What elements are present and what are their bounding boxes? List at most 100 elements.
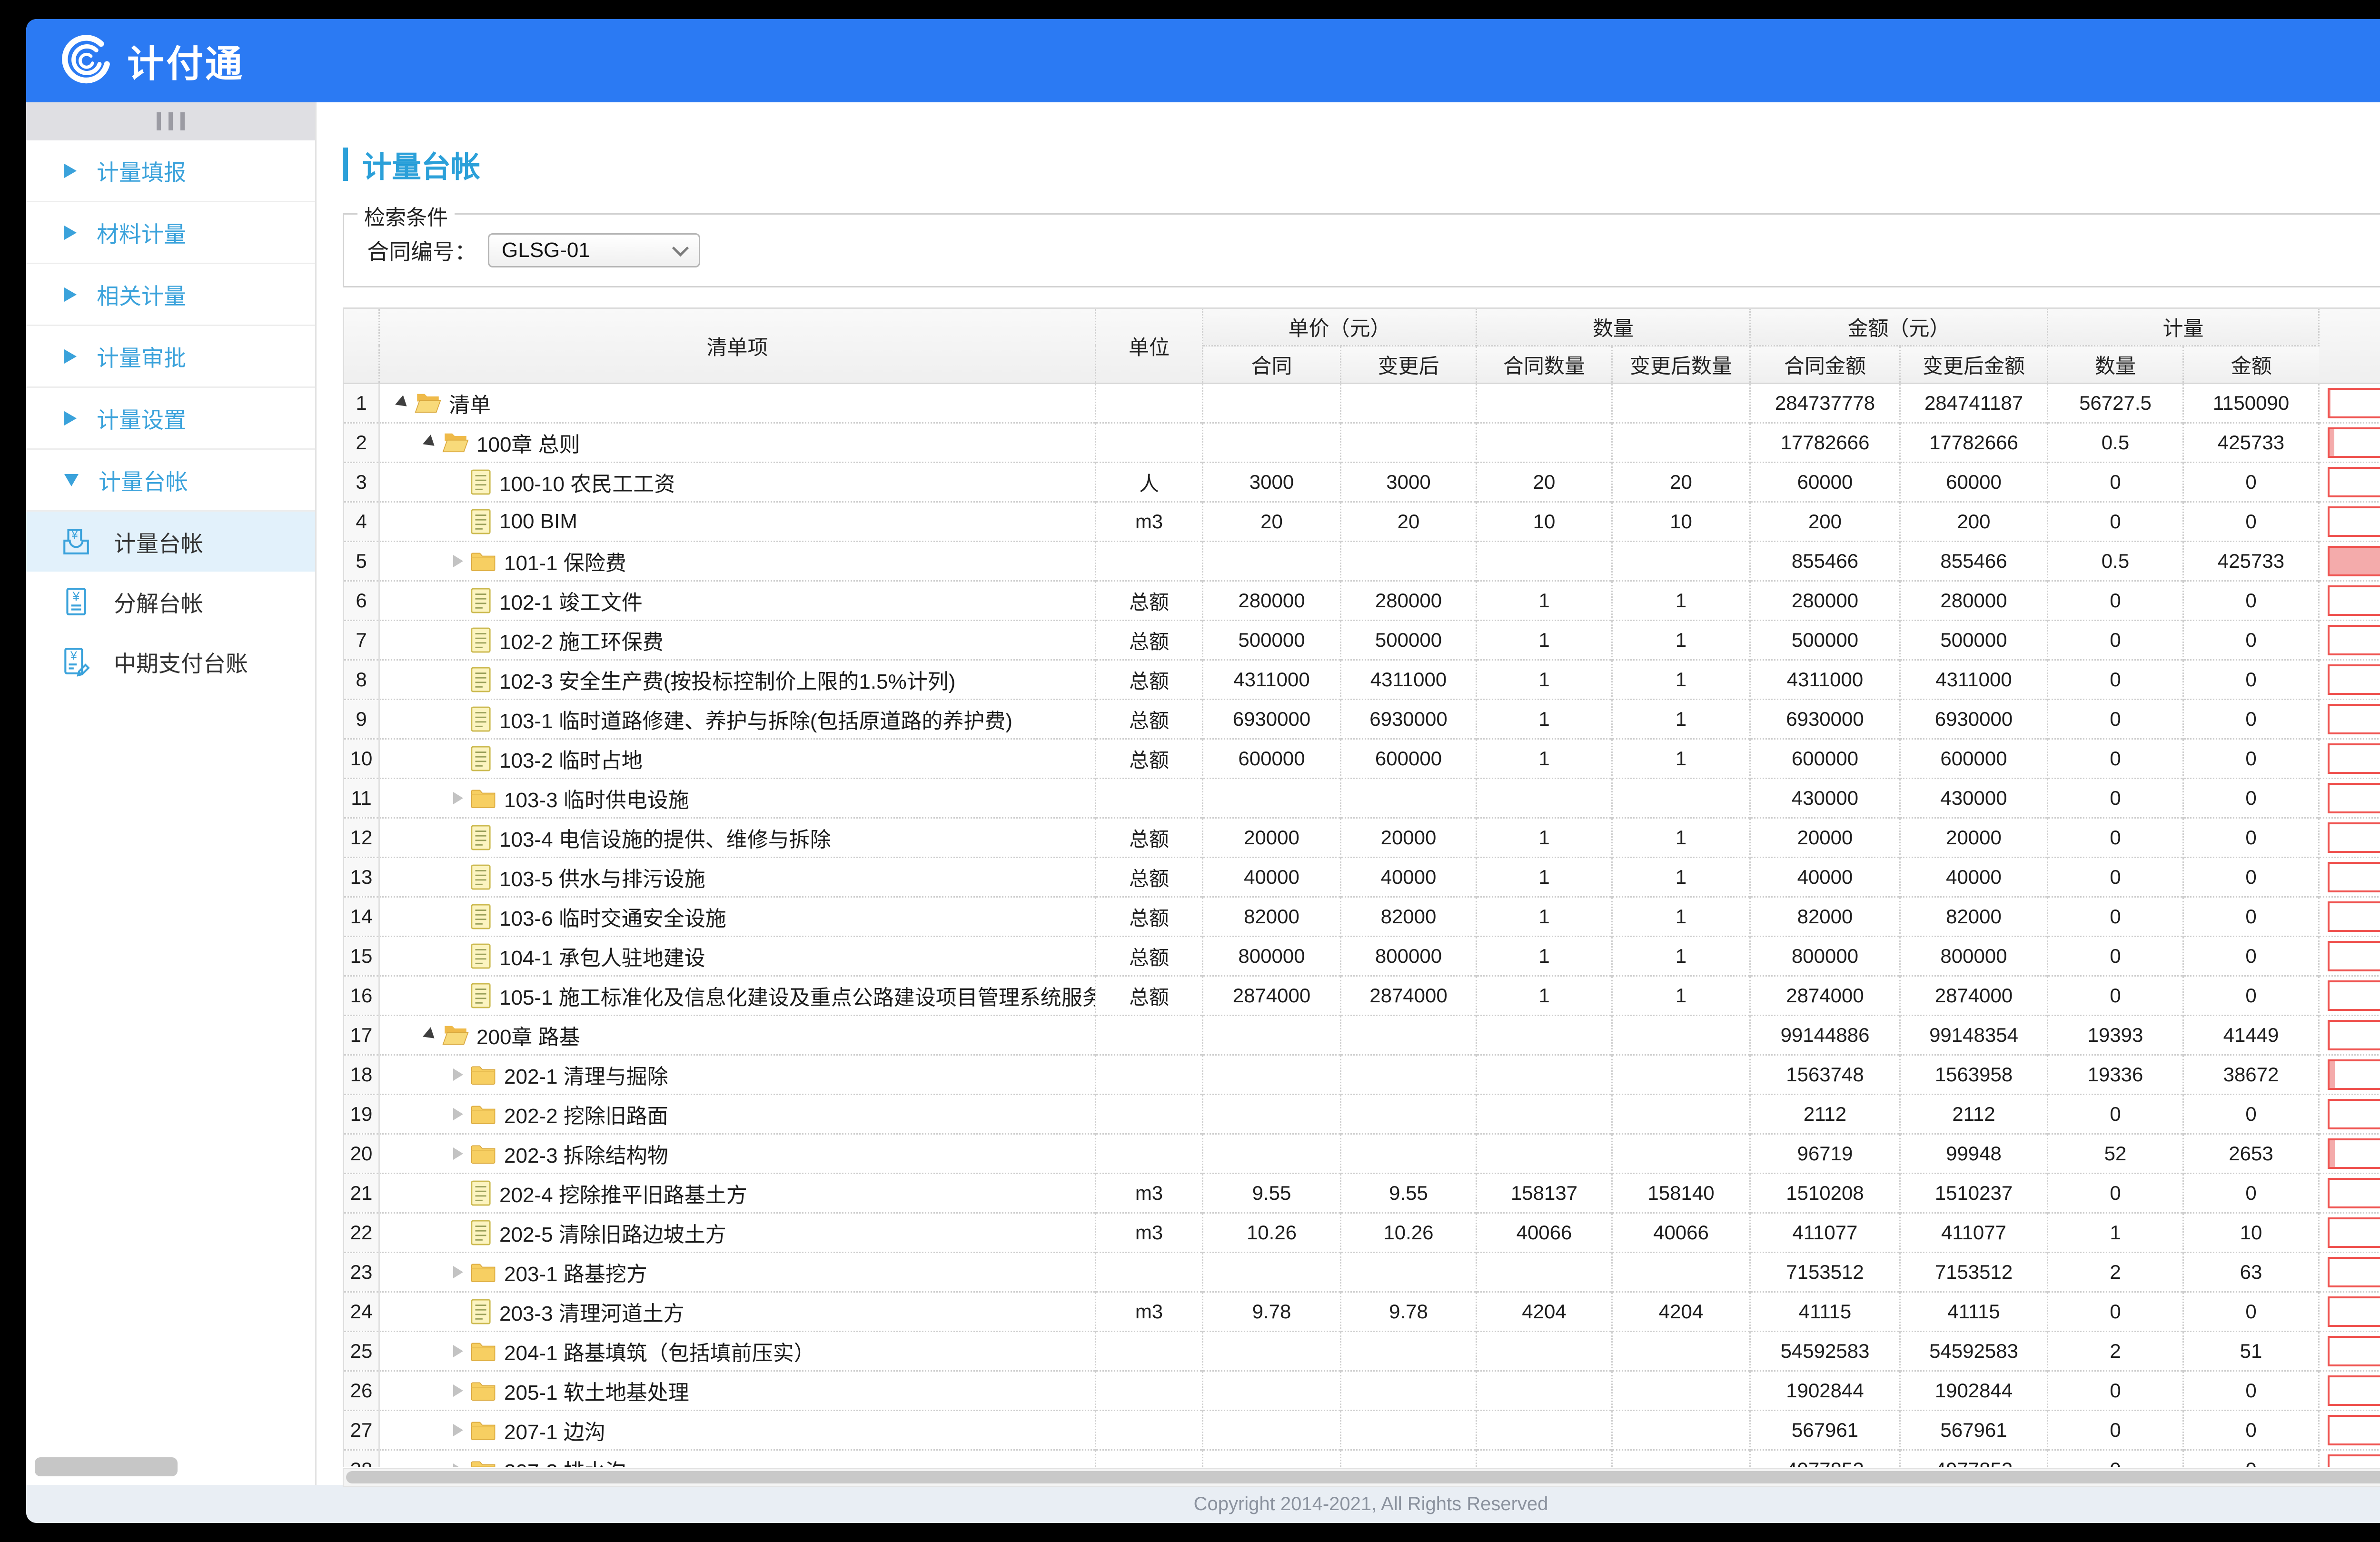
table-row[interactable]: 13 103-5 供水与排污设施 总额 40000 40000 1 1 4000… [344,858,2380,897]
qty-changed-cell: 1 [1612,700,1750,739]
tree-toggle-icon[interactable] [453,792,463,804]
amount-contract-cell: 567961 [1750,1411,1900,1450]
measure-qty-cell: 0 [2048,1174,2183,1213]
tree-toggle-icon[interactable] [453,1108,463,1120]
col-measure-group: 计量 [2048,308,2319,346]
qty-changed-cell: 1 [1612,818,1750,858]
unit-cell: 总额 [1096,621,1203,660]
table-row[interactable]: 8 102-3 安全生产费(按投标控制价上限的1.5%计列) 总额 431100… [344,660,2380,700]
table-row[interactable]: 27 207-1 边沟 567961 567961 0 0 [344,1411,2380,1450]
price-changed-cell [1341,1095,1477,1134]
amount-changed-cell: 500000 [1900,621,2048,660]
table-row[interactable]: 14 103-6 临时交通安全设施 总额 82000 82000 1 1 820… [344,897,2380,937]
tree-toggle-icon[interactable] [453,871,463,883]
amount-changed-cell: 41115 [1900,1292,2048,1332]
tree-toggle-icon[interactable] [453,555,463,567]
row-index: 22 [344,1213,379,1253]
tree-toggle-icon[interactable] [453,713,463,725]
tree-toggle-icon[interactable] [453,752,463,765]
tree-toggle-icon[interactable] [395,395,411,411]
amount-contract-cell: 800000 [1750,937,1900,976]
table-row[interactable]: 2 100章 总则 17782666 17782666 0.5 [344,423,2380,463]
table-row[interactable]: 3 100-10 农民工工资 人 3000 3000 20 20 60000 6… [344,463,2380,502]
tree-toggle-icon[interactable] [453,1226,463,1239]
tree-toggle-icon[interactable] [453,1345,463,1357]
table-row[interactable]: 19 202-2 挖除旧路面 2112 2112 0 0 [344,1095,2380,1134]
table-row[interactable]: 20 202-3 拆除结构物 96719 99948 52 [344,1134,2380,1174]
filter-fieldset: 检索条件 合同编号： GLSG-01 [343,213,2380,287]
sidebar-menu-item[interactable]: 计量审批 [26,326,315,388]
table-row[interactable]: 22 202-5 清除旧路边坡土方 m3 10.26 10.26 40066 4… [344,1213,2380,1253]
amount-contract-cell: 284737778 [1750,384,1900,423]
table-row[interactable]: 1 清单 284737778 284741187 56727.5 [344,384,2380,423]
table-row[interactable]: 11 103-3 临时供电设施 430000 430000 0 [344,779,2380,818]
tree-toggle-icon[interactable] [453,515,463,528]
table-row[interactable]: 6 102-1 竣工文件 总额 280000 280000 1 1 280000… [344,581,2380,621]
tree-toggle-icon[interactable] [453,1424,463,1436]
horizontal-scrollbar[interactable] [343,1468,2380,1487]
row-index: 19 [344,1095,379,1134]
tree-toggle-icon[interactable] [453,910,463,923]
table-row[interactable]: 15 104-1 承包人驻地建设 总额 800000 800000 1 1 80… [344,937,2380,976]
tree-toggle-icon[interactable] [453,1384,463,1397]
amount-changed-cell: 20000 [1900,818,2048,858]
table-row[interactable]: 26 205-1 软土地基处理 1902844 1902844 0 [344,1371,2380,1411]
tree-toggle-icon[interactable] [453,1305,463,1318]
qty-changed-cell [1612,423,1750,463]
sidebar-menu-item[interactable]: 相关计量 [26,264,315,326]
tree-toggle-icon[interactable] [453,831,463,844]
amount-changed-cell: 60000 [1900,463,2048,502]
tree-toggle-icon[interactable] [453,989,463,1002]
progress-bar: 2.39% [2328,427,2380,458]
table-row[interactable]: 5 101-1 保险费 855466 855466 0.5 [344,542,2380,581]
contract-select[interactable]: GLSG-01 [488,233,700,267]
qty-changed-cell: 20 [1612,463,1750,502]
tree-toggle-icon[interactable] [453,950,463,962]
sidebar-resize-handle[interactable] [26,102,315,140]
table-row[interactable]: 9 103-1 临时道路修建、养护与拆除(包括原道路的养护费) 总额 69300… [344,700,2380,739]
table-row[interactable]: 24 203-3 清理河道土方 m3 9.78 9.78 4204 4204 4… [344,1292,2380,1332]
tree-toggle-icon[interactable] [453,1068,463,1081]
table-row[interactable]: 7 102-2 施工环保费 总额 500000 500000 1 1 50000… [344,621,2380,660]
sidebar-submenu-item[interactable]: ¥ 计量台帐 [26,512,315,572]
table-row[interactable]: 18 202-1 清理与掘除 1563748 1563958 193 [344,1055,2380,1095]
amount-contract-cell: 280000 [1750,581,1900,621]
horizontal-scrollbar-thumb[interactable] [346,1471,2380,1483]
qty-contract-cell [1477,542,1612,581]
price-changed-cell [1341,1055,1477,1095]
tree-toggle-icon[interactable] [453,1463,463,1467]
tree-toggle-icon[interactable] [453,476,463,488]
table-row[interactable]: 17 200章 路基 99144886 99148354 19393 [344,1016,2380,1055]
tree-toggle-icon[interactable] [453,1266,463,1278]
tree-toggle-icon[interactable] [453,634,463,646]
table-row[interactable]: 16 105-1 施工标准化及信息化建设及重点公路建设项目管理系统服务费（按挖 … [344,976,2380,1016]
sidebar-horizontal-scrollbar[interactable] [35,1457,178,1476]
tree-toggle-icon[interactable] [423,435,438,450]
table-row[interactable]: 12 103-4 电信设施的提供、维修与拆除 总额 20000 20000 1 … [344,818,2380,858]
sidebar-submenu-item[interactable]: ¥ 中期支付台账 [26,632,315,692]
sidebar-submenu-item[interactable]: ¥ 分解台帐 [26,572,315,632]
tree-toggle-icon[interactable] [453,673,463,686]
price-changed-cell [1341,1371,1477,1411]
measure-amount-cell: 0 [2183,858,2319,897]
table-row[interactable]: 10 103-2 临时占地 总额 600000 600000 1 1 60000… [344,739,2380,779]
tree-toggle-icon[interactable] [453,1187,463,1199]
sidebar-menu-item[interactable]: 材料计量 [26,202,315,264]
qty-contract-cell: 1 [1477,937,1612,976]
row-index: 1 [344,384,379,423]
table-row[interactable]: 23 203-1 路基挖方 7153512 7153512 2 [344,1253,2380,1292]
item-label: 100 BIM [499,510,577,534]
tree-toggle-icon[interactable] [423,1027,438,1043]
tree-toggle-icon[interactable] [453,594,463,607]
sidebar-menu-item[interactable]: 计量填报 [26,140,315,202]
qty-contract-cell [1477,1253,1612,1292]
sidebar-menu-item[interactable]: 计量台帐 [26,450,315,512]
table-row[interactable]: 21 202-4 挖除推平旧路基土方 m3 9.55 9.55 158137 1… [344,1174,2380,1213]
sidebar-menu-item[interactable]: 计量设置 [26,388,315,450]
tree-toggle-icon[interactable] [453,1147,463,1160]
amount-changed-cell: 567961 [1900,1411,2048,1450]
table-row[interactable]: 28 207-2 排水沟 4977852 4977852 0 [344,1450,2380,1467]
col-amount-group: 金额（元） [1750,308,2048,346]
table-row[interactable]: 25 204-1 路基填筑（包括填前压实） 54592583 5459258 [344,1332,2380,1371]
table-row[interactable]: 4 100 BIM m3 20 20 10 10 200 200 0 [344,502,2380,542]
